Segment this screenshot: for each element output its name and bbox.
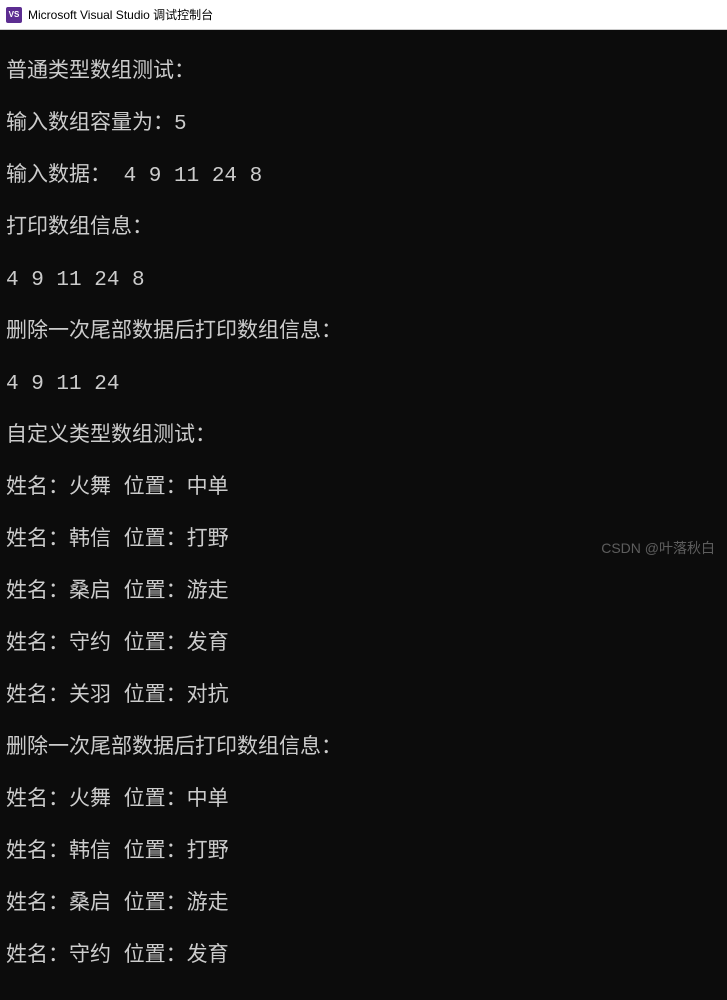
console-line: 姓名：韩信 位置：打野 xyxy=(6,840,721,866)
vs-icon: VS xyxy=(6,7,22,23)
title-bar[interactable]: VS Microsoft Visual Studio 调试控制台 xyxy=(0,0,727,30)
console-line: 4 9 11 24 8 xyxy=(6,268,721,294)
vs-icon-label: VS xyxy=(9,10,20,19)
console-line: 姓名：关羽 位置：对抗 xyxy=(6,684,721,710)
console-line: 自定义类型数组测试： xyxy=(6,424,721,450)
console-line: 4 9 11 24 xyxy=(6,372,721,398)
console-line: 删除一次尾部数据后打印数组信息： xyxy=(6,320,721,346)
console-output: 普通类型数组测试： 输入数组容量为：5 输入数据： 4 9 11 24 8 打印… xyxy=(0,30,727,1000)
console-line: 姓名：守约 位置：发育 xyxy=(6,632,721,658)
console-line: 输入数据： 4 9 11 24 8 xyxy=(6,164,721,190)
console-line: 姓名：守约 位置：发育 xyxy=(6,944,721,970)
console-line: 姓名：桑启 位置：游走 xyxy=(6,892,721,918)
window-title: Microsoft Visual Studio 调试控制台 xyxy=(28,6,213,23)
console-line: 输入数组容量为：5 xyxy=(6,112,721,138)
watermark: CSDN @叶落秋白 xyxy=(601,538,715,558)
watermark-text: CSDN @叶落秋白 xyxy=(601,540,715,556)
console-line: 打印数组信息： xyxy=(6,216,721,242)
console-line: 姓名：火舞 位置：中单 xyxy=(6,788,721,814)
console-line: 普通类型数组测试： xyxy=(6,60,721,86)
console-line: 姓名：火舞 位置：中单 xyxy=(6,476,721,502)
console-line: 姓名：桑启 位置：游走 xyxy=(6,580,721,606)
console-line: 删除一次尾部数据后打印数组信息： xyxy=(6,736,721,762)
